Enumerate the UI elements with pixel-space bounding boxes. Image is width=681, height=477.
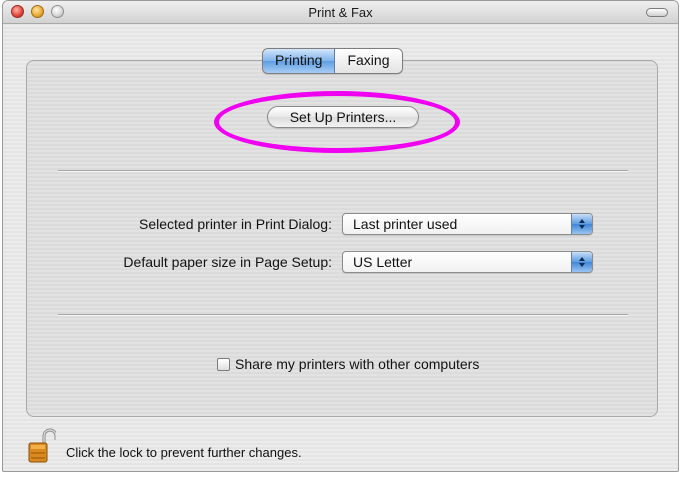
paper-size-popup[interactable]: US Letter [342,251,593,273]
toolbar-toggle-button[interactable] [646,8,668,17]
selected-printer-value: Last printer used [353,216,458,232]
tab-bar: Printing Faxing [262,48,403,74]
divider [58,170,628,172]
set-up-printers-button[interactable]: Set Up Printers... [267,106,419,128]
share-printers-label: Share my printers with other computers [235,356,480,372]
share-printers-option[interactable]: Share my printers with other computers [217,356,479,372]
selected-printer-label: Selected printer in Print Dialog: [139,216,332,232]
popup-arrows-icon [571,252,592,272]
share-printers-checkbox[interactable] [217,357,230,371]
tab-faxing[interactable]: Faxing [335,49,402,73]
popup-arrows-icon [571,214,592,234]
title-bar[interactable]: Print & Fax [3,1,678,24]
divider [58,314,628,316]
selected-printer-popup[interactable]: Last printer used [342,213,593,235]
paper-size-value: US Letter [353,254,413,270]
lock-icon[interactable] [26,428,56,464]
lock-message: Click the lock to prevent further change… [66,445,302,460]
paper-size-label: Default paper size in Page Setup: [123,254,332,270]
window-title: Print & Fax [308,5,373,20]
tab-printing[interactable]: Printing [263,49,336,73]
